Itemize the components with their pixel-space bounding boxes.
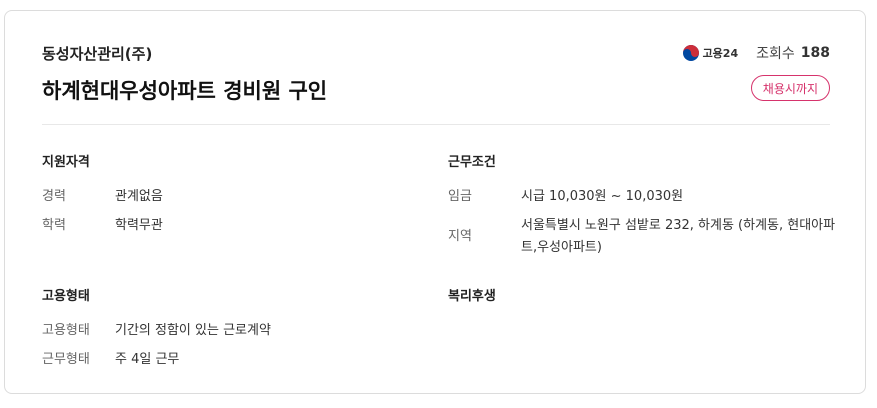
- support-row-education: 학력 학력무관: [42, 215, 163, 237]
- benefits-section: 복리후생: [448, 285, 496, 320]
- row-value: 학력무관: [115, 218, 163, 233]
- conditions-row-wage: 임금 시급 10,030원 ~ 10,030원: [448, 186, 838, 208]
- support-section: 지원자격 경력 관계없음 학력 학력무관: [42, 151, 163, 244]
- support-row-career: 경력 관계없음: [42, 186, 163, 208]
- employment-row-schedule: 근무형태 주 4일 근무: [42, 349, 271, 371]
- job-meta: 고용24 조회수 188: [682, 43, 830, 63]
- row-label: 지역: [448, 229, 472, 244]
- row-label: 고용형태: [42, 323, 90, 338]
- source-logo-text: 고용24: [702, 47, 739, 60]
- row-value: 기간의 정함이 있는 근로계약: [115, 323, 271, 338]
- source-logo: 고용24: [682, 45, 739, 61]
- employment-section-title: 고용형태: [42, 289, 90, 304]
- benefits-section-title: 복리후생: [448, 289, 496, 304]
- divider: [42, 124, 830, 125]
- conditions-section-title: 근무조건: [448, 155, 496, 170]
- conditions-section: 근무조건 임금 시급 10,030원 ~ 10,030원 지역 서울특별시 노원…: [448, 151, 838, 266]
- views-label: 조회수: [756, 46, 795, 62]
- row-value: 관계없음: [115, 189, 163, 204]
- row-label: 임금: [448, 189, 472, 204]
- row-label: 경력: [42, 189, 66, 204]
- row-value: 시급 10,030원 ~ 10,030원: [521, 189, 684, 204]
- job-card: 동성자산관리(주) 하계현대우성아파트 경비원 구인 고용24 조회수 188 …: [4, 10, 866, 394]
- deadline-button[interactable]: 채용시까지: [750, 75, 830, 101]
- row-label: 학력: [42, 218, 66, 233]
- row-label: 근무형태: [42, 352, 90, 367]
- row-value: 주 4일 근무: [115, 352, 180, 367]
- taegeuk-icon: [682, 45, 699, 61]
- conditions-row-region: 지역 서울특별시 노원구 섬밭로 232, 하계동 (하계동, 현대아파트,우성…: [448, 215, 838, 259]
- employment-section: 고용형태 고용형태 기간의 정함이 있는 근로계약 근무형태 주 4일 근무: [42, 285, 271, 378]
- company-name: 동성자산관리(주): [42, 45, 153, 63]
- row-value: 서울특별시 노원구 섬밭로 232, 하계동 (하계동, 현대아파트,우성아파트…: [521, 218, 836, 255]
- views-count: 188: [800, 45, 830, 61]
- employment-row-type: 고용형태 기간의 정함이 있는 근로계약: [42, 320, 271, 342]
- support-section-title: 지원자격: [42, 155, 90, 170]
- job-title: 하계현대우성아파트 경비원 구인: [42, 79, 328, 103]
